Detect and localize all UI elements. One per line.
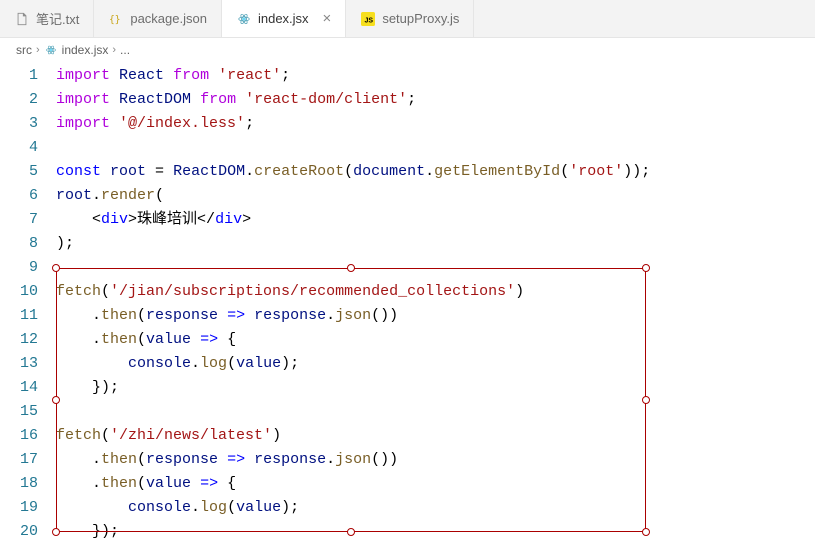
code-line[interactable]: .then(response => response.json()) <box>56 448 815 472</box>
code-line[interactable]: <div>珠峰培训</div> <box>56 208 815 232</box>
tab-label: index.jsx <box>258 11 309 26</box>
line-number: 3 <box>0 112 38 136</box>
line-number: 4 <box>0 136 38 160</box>
tab-setup-proxy[interactable]: JS setupProxy.js <box>346 0 474 37</box>
code-line[interactable]: import React from 'react'; <box>56 64 815 88</box>
scrollbar-vertical[interactable] <box>801 62 815 556</box>
react-icon <box>236 11 252 27</box>
line-number: 10 <box>0 280 38 304</box>
json-icon: {} <box>108 11 124 27</box>
code-line[interactable]: console.log(value); <box>56 352 815 376</box>
code-line[interactable]: const root = ReactDOM.createRoot(documen… <box>56 160 815 184</box>
line-number: 5 <box>0 160 38 184</box>
code-line[interactable] <box>56 400 815 424</box>
code-line[interactable]: }); <box>56 376 815 400</box>
line-number: 13 <box>0 352 38 376</box>
code-editor[interactable]: 1234567891011121314151617181920 import R… <box>0 62 815 556</box>
breadcrumb[interactable]: src › index.jsx › ... <box>0 38 815 62</box>
line-number: 15 <box>0 400 38 424</box>
breadcrumb-part: src <box>16 43 32 57</box>
line-number: 11 <box>0 304 38 328</box>
code-line[interactable] <box>56 256 815 280</box>
line-number: 2 <box>0 88 38 112</box>
code-area[interactable]: import React from 'react';import ReactDO… <box>56 62 815 556</box>
line-number: 14 <box>0 376 38 400</box>
tab-label: 笔记.txt <box>36 9 79 28</box>
breadcrumb-part: index.jsx <box>62 43 109 57</box>
code-line[interactable]: .then(value => { <box>56 472 815 496</box>
line-number-gutter: 1234567891011121314151617181920 <box>0 62 56 556</box>
chevron-right-icon: › <box>36 44 40 56</box>
line-number: 20 <box>0 520 38 544</box>
code-line[interactable]: root.render( <box>56 184 815 208</box>
close-icon[interactable]: × <box>323 10 332 27</box>
svg-text:JS: JS <box>365 17 374 24</box>
code-line[interactable]: }); <box>56 520 815 544</box>
line-number: 6 <box>0 184 38 208</box>
line-number: 1 <box>0 64 38 88</box>
code-line[interactable]: ); <box>56 232 815 256</box>
breadcrumb-part: ... <box>120 43 130 57</box>
line-number: 9 <box>0 256 38 280</box>
code-line[interactable]: console.log(value); <box>56 496 815 520</box>
svg-text:{}: {} <box>109 14 121 25</box>
code-line[interactable] <box>56 136 815 160</box>
line-number: 17 <box>0 448 38 472</box>
tab-label: package.json <box>130 11 207 26</box>
line-number: 12 <box>0 328 38 352</box>
tab-index-jsx[interactable]: index.jsx × <box>222 0 346 37</box>
react-icon <box>44 43 58 57</box>
chevron-right-icon: › <box>112 44 116 56</box>
code-line[interactable]: fetch('/zhi/news/latest') <box>56 424 815 448</box>
code-line[interactable]: import '@/index.less'; <box>56 112 815 136</box>
line-number: 18 <box>0 472 38 496</box>
tab-package-json[interactable]: {} package.json <box>94 0 222 37</box>
line-number: 19 <box>0 496 38 520</box>
code-line[interactable]: .then(value => { <box>56 328 815 352</box>
line-number: 8 <box>0 232 38 256</box>
text-file-icon <box>14 11 30 27</box>
code-line[interactable]: .then(response => response.json()) <box>56 304 815 328</box>
tab-bar: 笔记.txt {} package.json index.jsx × JS se… <box>0 0 815 38</box>
tab-label: setupProxy.js <box>382 11 459 26</box>
code-line[interactable]: fetch('/jian/subscriptions/recommended_c… <box>56 280 815 304</box>
code-line[interactable]: import ReactDOM from 'react-dom/client'; <box>56 88 815 112</box>
tab-notes[interactable]: 笔记.txt <box>0 0 94 37</box>
line-number: 7 <box>0 208 38 232</box>
line-number: 16 <box>0 424 38 448</box>
js-icon: JS <box>360 11 376 27</box>
